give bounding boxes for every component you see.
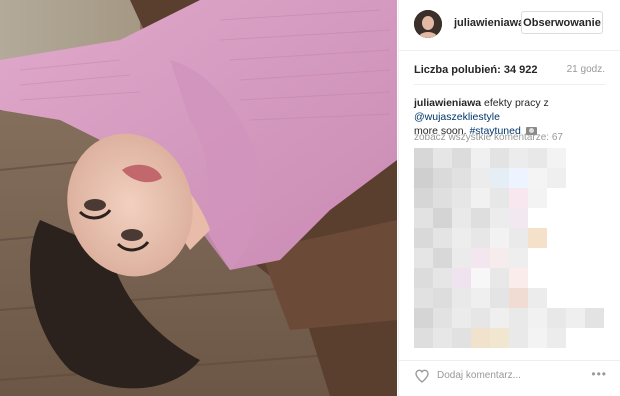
follow-button[interactable]: Obserwowanie [521,11,603,34]
view-all-comments[interactable]: zobacz wszystkie komentarze: 67 [414,132,563,143]
more-options-button[interactable]: ••• [591,367,607,381]
photo-illustration [0,0,397,396]
avatar-image [414,10,442,38]
heart-icon[interactable] [414,368,430,384]
post-details-panel: juliawieniawa Obserwowanie Liczba polubi… [398,0,620,396]
pixelated-comments [414,148,604,354]
add-comment-input[interactable]: Dodaj komentarz... [437,370,521,381]
post-photo[interactable] [0,0,397,396]
post-time[interactable]: 21 godz. [567,64,605,75]
likes-count[interactable]: Liczba polubień: 34 922 [414,64,537,76]
instagram-post: juliawieniawa Obserwowanie Liczba polubi… [0,0,620,396]
post-header: juliawieniawa Obserwowanie [399,0,620,51]
divider [414,84,606,85]
divider-bottom [399,360,620,361]
caption-author[interactable]: juliawieniawa [414,97,481,109]
username-link[interactable]: juliawieniawa [454,17,524,29]
caption-text: efekty pracy z [481,97,549,109]
caption-mention[interactable]: @wujaszekliestyle [414,111,500,123]
avatar[interactable] [414,10,442,38]
